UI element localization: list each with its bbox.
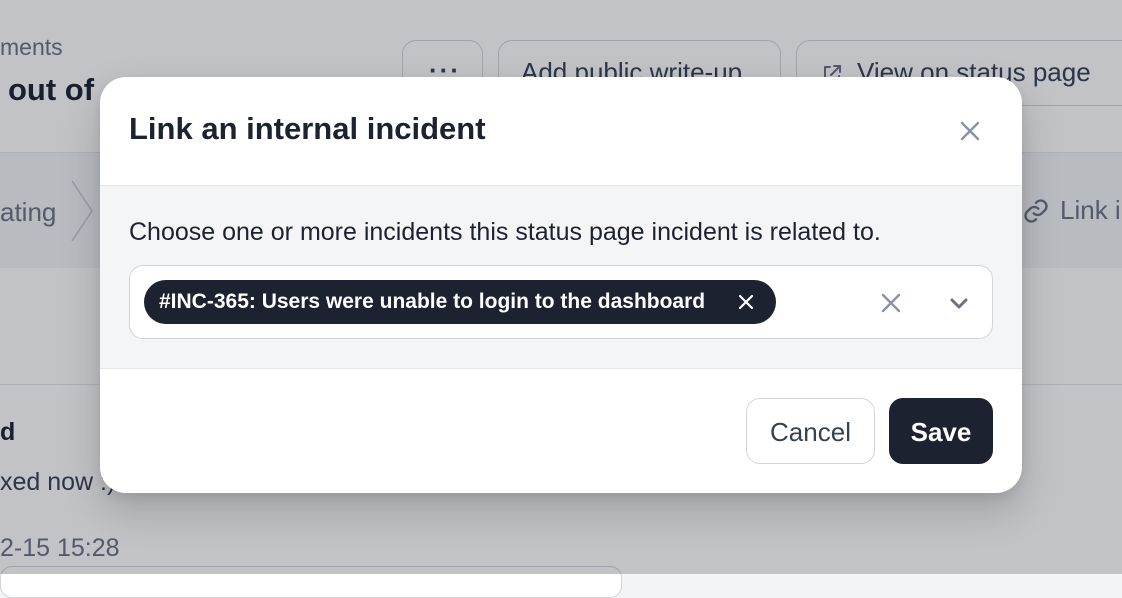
- modal-body: Choose one or more incidents this status…: [100, 186, 1022, 369]
- selected-incident-chip: #INC-365: Users were unable to login to …: [144, 280, 776, 324]
- modal-description: Choose one or more incidents this status…: [129, 218, 881, 246]
- save-button[interactable]: Save: [889, 398, 993, 464]
- clear-icon[interactable]: [878, 290, 904, 316]
- link-incident-modal: Link an internal incident Choose one or …: [100, 77, 1022, 493]
- cancel-button[interactable]: Cancel: [746, 398, 875, 464]
- x-icon[interactable]: [736, 292, 756, 312]
- incident-multiselect[interactable]: #INC-365: Users were unable to login to …: [129, 265, 993, 339]
- modal-header: Link an internal incident: [100, 77, 1022, 186]
- modal-footer: Cancel Save: [100, 369, 1022, 493]
- modal-title: Link an internal incident: [129, 111, 486, 146]
- chevron-down-icon[interactable]: [946, 292, 972, 314]
- close-icon[interactable]: [952, 113, 988, 149]
- selected-incident-label: #INC-365: Users were unable to login to …: [159, 290, 706, 313]
